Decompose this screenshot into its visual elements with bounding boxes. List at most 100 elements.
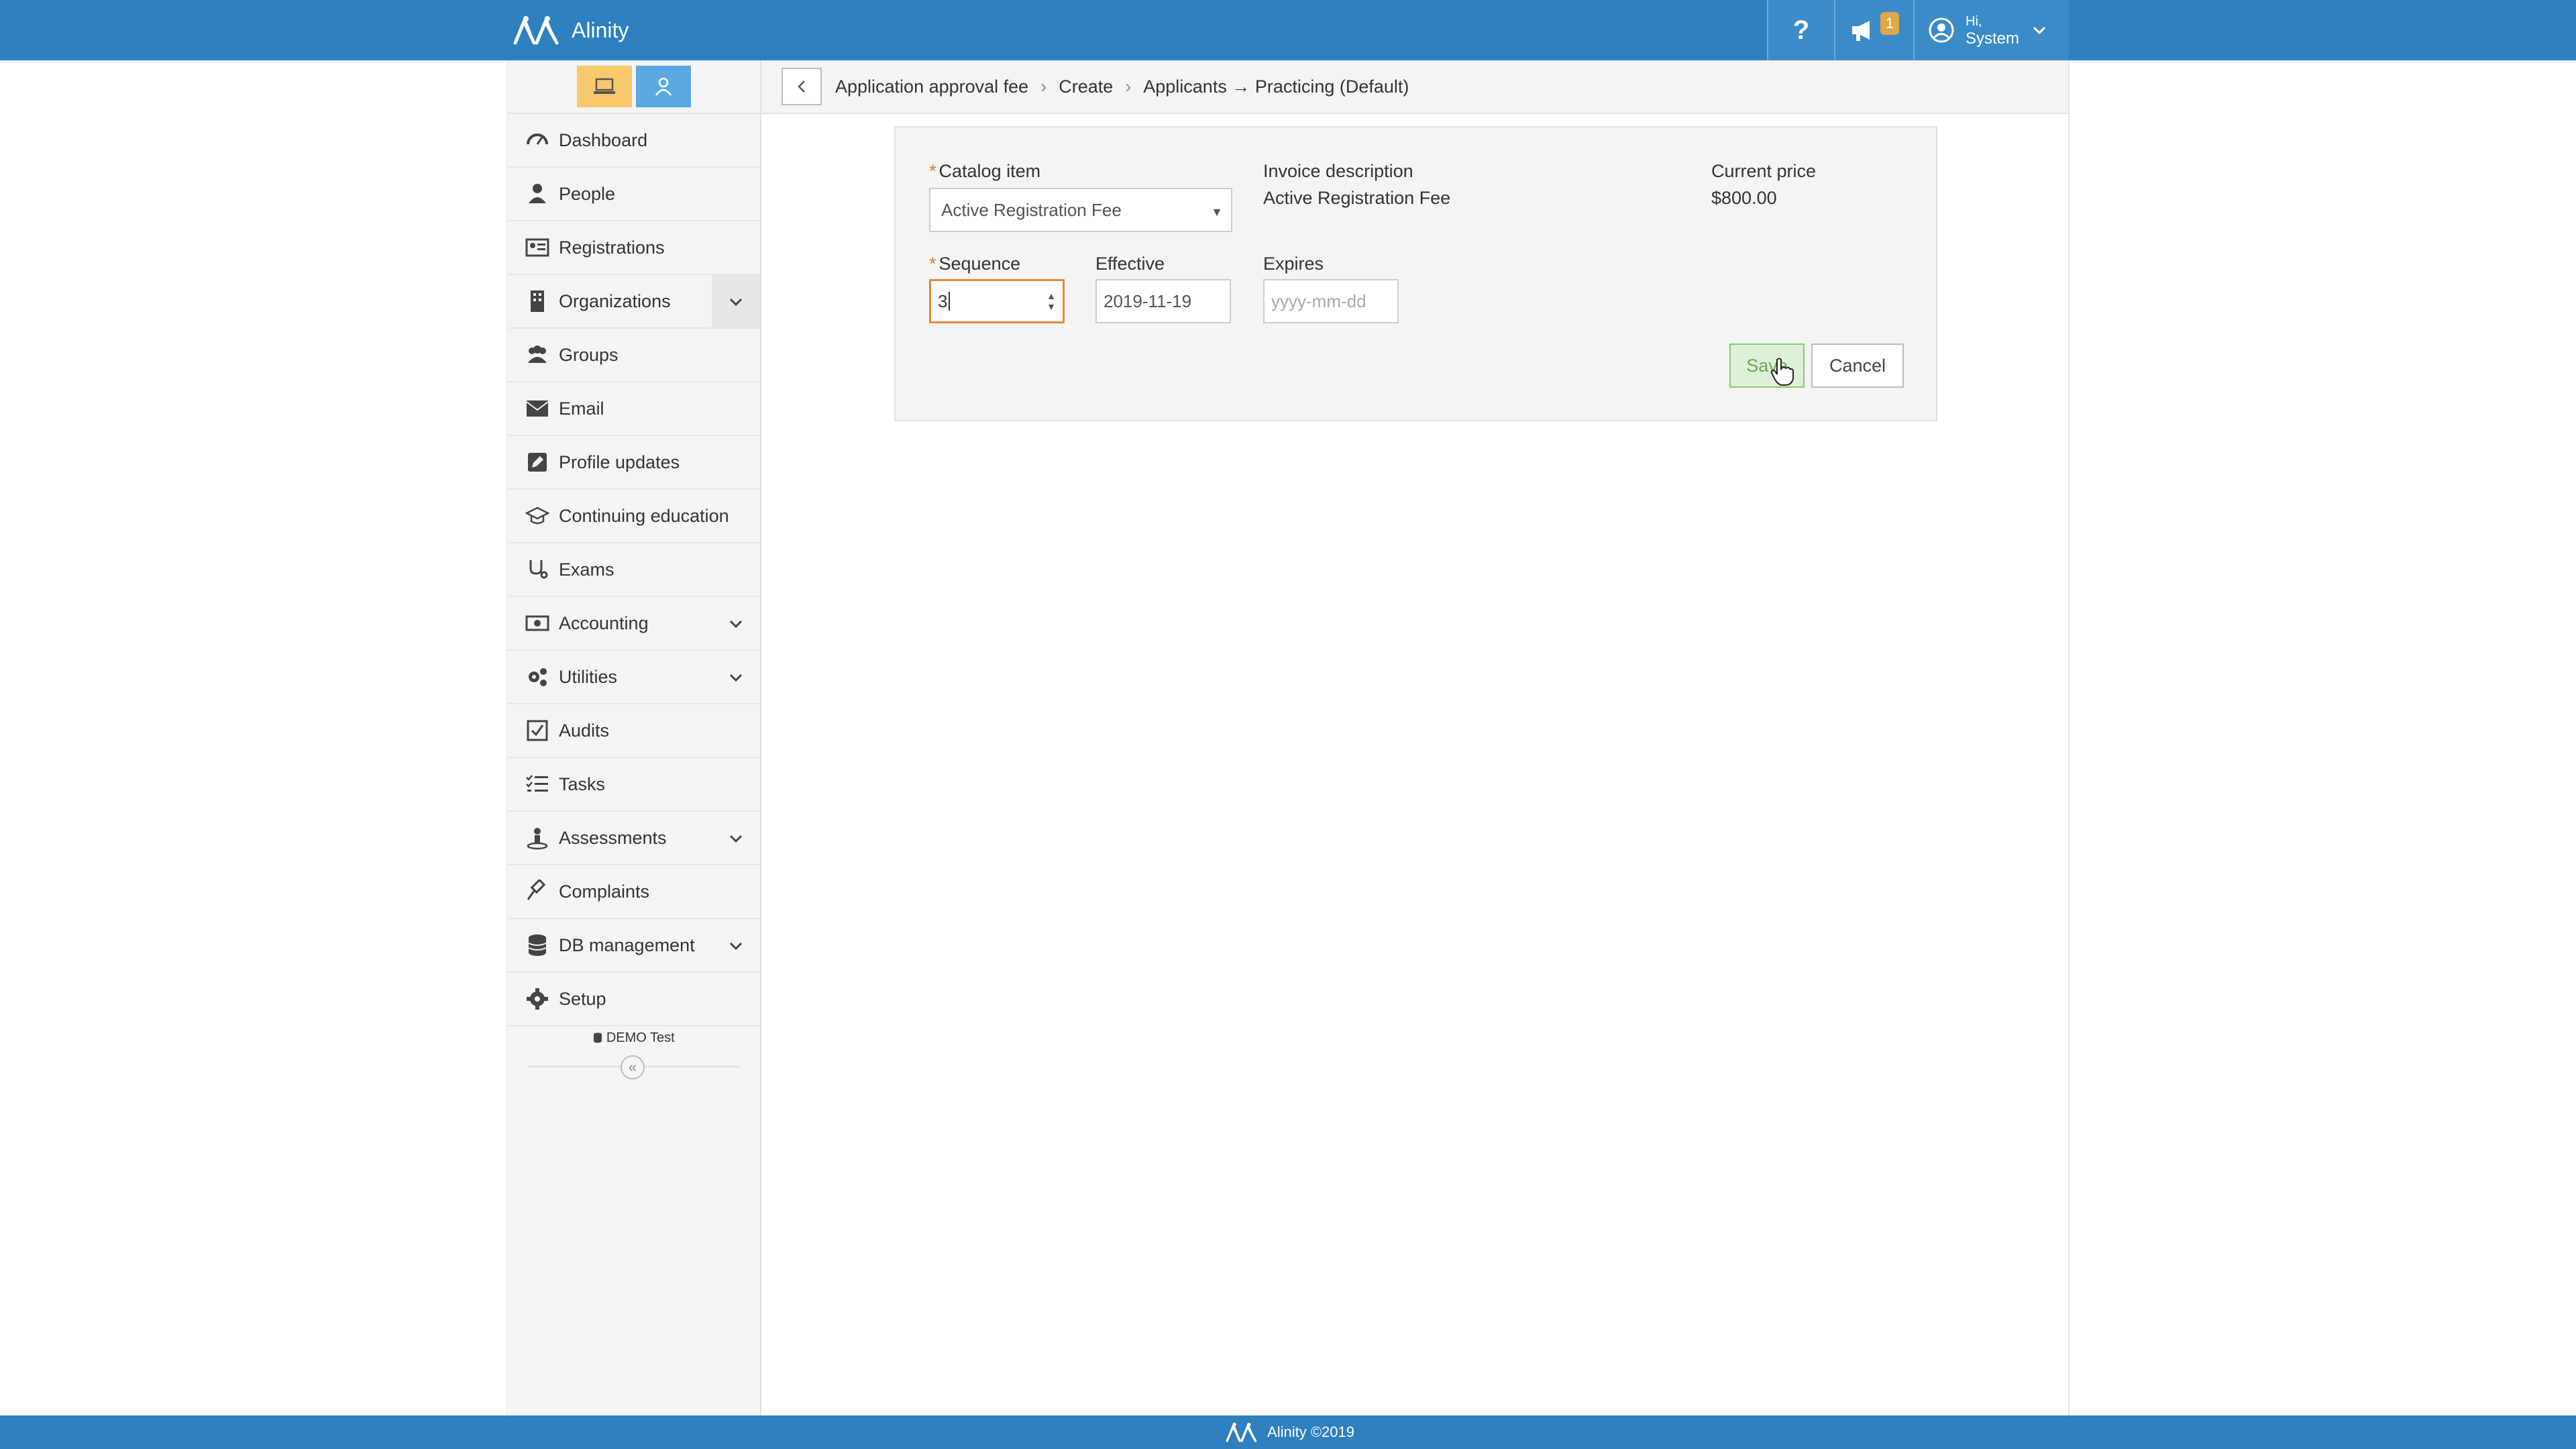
user-menu-button[interactable]: Hi, System bbox=[1913, 0, 2069, 60]
mode-toggle bbox=[508, 60, 760, 114]
laptop-icon bbox=[594, 78, 615, 94]
sidebar-item-label: Email bbox=[559, 398, 604, 419]
sidebar-item-assessments[interactable]: Assessments bbox=[508, 812, 760, 865]
invoice-description-label: Invoice description bbox=[1263, 161, 1413, 181]
sequence-input[interactable]: 3 ▲ ▼ bbox=[929, 279, 1065, 323]
desktop-mode-button[interactable] bbox=[577, 66, 632, 107]
sidebar-item-registrations[interactable]: Registrations bbox=[508, 221, 760, 275]
user-circle-icon bbox=[1929, 17, 1954, 43]
catalog-item-value: Active Registration Fee bbox=[941, 199, 1122, 220]
cancel-button[interactable]: Cancel bbox=[1811, 343, 1904, 388]
sidebar-item-utilities[interactable]: Utilities bbox=[508, 651, 760, 704]
sidebar-item-label: Complaints bbox=[559, 881, 650, 902]
database-icon bbox=[523, 933, 552, 957]
sidebar-item-label: Assessments bbox=[559, 827, 667, 848]
sidebar-nav: Dashboard People Registrations Organization… bbox=[508, 114, 760, 1026]
chevron-down-icon[interactable] bbox=[712, 651, 760, 704]
user-name: System bbox=[1966, 30, 2020, 48]
notifications-button[interactable]: 1 bbox=[1834, 0, 1913, 60]
sequence-value: 3 bbox=[938, 290, 948, 311]
money-icon bbox=[523, 611, 552, 635]
breadcrumb-separator: › bbox=[1040, 76, 1047, 97]
sidebar-item-label: Utilities bbox=[559, 666, 618, 687]
sidebar-item-label: Registrations bbox=[559, 237, 665, 258]
sidebar-item-tasks[interactable]: Tasks bbox=[508, 758, 760, 812]
sidebar-item-profile-updates[interactable]: Profile updates bbox=[508, 436, 760, 490]
sidebar-item-label: Audits bbox=[559, 720, 610, 741]
current-price-label: Current price bbox=[1711, 161, 1817, 181]
effective-label: Effective bbox=[1095, 254, 1165, 274]
back-button[interactable] bbox=[782, 68, 822, 105]
catalog-item-select[interactable]: Active Registration Fee ▼ bbox=[929, 188, 1232, 232]
cogs-icon bbox=[523, 665, 552, 689]
sidebar-item-label: Accounting bbox=[559, 612, 649, 633]
double-chevron-left-icon: « bbox=[628, 1059, 637, 1075]
sidebar-item-complaints[interactable]: Complaints bbox=[508, 865, 760, 919]
chevron-down-icon[interactable] bbox=[712, 275, 760, 329]
chevron-down-icon[interactable] bbox=[712, 812, 760, 865]
fee-form: * Catalog item Active Registration Fee ▼ … bbox=[894, 126, 1937, 421]
sidebar-item-label: Continuing education bbox=[559, 505, 729, 526]
sidebar-item-label: Profile updates bbox=[559, 451, 680, 472]
sidebar-item-label: Groups bbox=[559, 344, 619, 365]
graduation-cap-icon bbox=[523, 504, 552, 528]
collapse-sidebar-button[interactable]: « bbox=[621, 1055, 645, 1079]
effective-date-input[interactable]: 2019-11-19 bbox=[1095, 279, 1231, 323]
assessment-icon bbox=[523, 826, 552, 850]
expires-date-input[interactable]: yyyy-mm-dd bbox=[1263, 279, 1399, 323]
sidebar-item-accounting[interactable]: Accounting bbox=[508, 597, 760, 651]
users-icon bbox=[523, 343, 552, 367]
sidebar-item-label: Dashboard bbox=[559, 129, 648, 150]
dashboard-icon bbox=[523, 128, 552, 152]
chevron-down-icon[interactable] bbox=[712, 919, 760, 973]
number-spinner-icon[interactable]: ▲ ▼ bbox=[1046, 290, 1056, 312]
stethoscope-icon bbox=[523, 557, 552, 582]
expires-label: Expires bbox=[1263, 254, 1324, 274]
sidebar-item-people[interactable]: People bbox=[508, 168, 760, 221]
gear-icon bbox=[523, 987, 552, 1011]
chevron-down-icon[interactable] bbox=[712, 597, 760, 651]
sidebar-item-db-management[interactable]: DB management bbox=[508, 919, 760, 973]
checkbox-icon bbox=[523, 718, 552, 743]
sidebar: Dashboard People Registrations Organization… bbox=[506, 60, 761, 1415]
sidebar-item-label: Exams bbox=[559, 559, 614, 580]
breadcrumb-item-3: Applicants → Practicing (Default) bbox=[1143, 76, 1409, 97]
sidebar-item-exams[interactable]: Exams bbox=[508, 543, 760, 597]
chevron-left-icon bbox=[798, 80, 805, 93]
sidebar-item-continuing-education[interactable]: Continuing education bbox=[508, 490, 760, 543]
alinity-logo-icon bbox=[1226, 1422, 1257, 1442]
sidebar-item-label: Tasks bbox=[559, 773, 606, 794]
help-icon: ? bbox=[1792, 15, 1810, 45]
sidebar-item-organizations[interactable]: Organizations bbox=[508, 275, 760, 329]
tasks-icon bbox=[523, 772, 552, 796]
sidebar-item-audits[interactable]: Audits bbox=[508, 704, 760, 758]
breadcrumb-item-2[interactable]: Create bbox=[1059, 76, 1113, 97]
caret-down-icon: ▼ bbox=[1211, 205, 1223, 219]
db-label: DEMO Test bbox=[606, 1030, 675, 1045]
help-button[interactable]: ? bbox=[1767, 0, 1834, 60]
sidebar-item-label: Setup bbox=[559, 988, 606, 1009]
sidebar-item-dashboard[interactable]: Dashboard bbox=[508, 114, 760, 168]
hand-cursor-icon bbox=[1770, 358, 1794, 386]
sidebar-item-groups[interactable]: Groups bbox=[508, 329, 760, 382]
person-icon bbox=[655, 77, 672, 96]
footer: Alinity ©2019 bbox=[0, 1415, 2576, 1449]
sequence-label: * Sequence bbox=[929, 254, 1021, 274]
edit-icon bbox=[523, 450, 552, 474]
breadcrumb-item-1[interactable]: Application approval fee bbox=[835, 76, 1028, 97]
building-icon bbox=[523, 289, 552, 313]
gavel-icon bbox=[523, 879, 552, 904]
app-name: Alinity bbox=[572, 17, 629, 42]
expires-placeholder: yyyy-mm-dd bbox=[1271, 290, 1366, 311]
sidebar-item-email[interactable]: Email bbox=[508, 382, 760, 436]
catalog-item-label: * Catalog item bbox=[929, 161, 1041, 181]
envelope-icon bbox=[523, 396, 552, 421]
id-card-icon bbox=[523, 235, 552, 260]
sidebar-item-setup[interactable]: Setup bbox=[508, 973, 760, 1026]
sidebar-item-label: DB management bbox=[559, 934, 695, 955]
database-icon bbox=[594, 1032, 602, 1043]
user-greeting: Hi, bbox=[1966, 14, 1982, 29]
brand[interactable]: Alinity bbox=[510, 13, 629, 47]
current-price-value: $800.00 bbox=[1711, 188, 1777, 208]
user-mode-button[interactable] bbox=[636, 66, 691, 107]
